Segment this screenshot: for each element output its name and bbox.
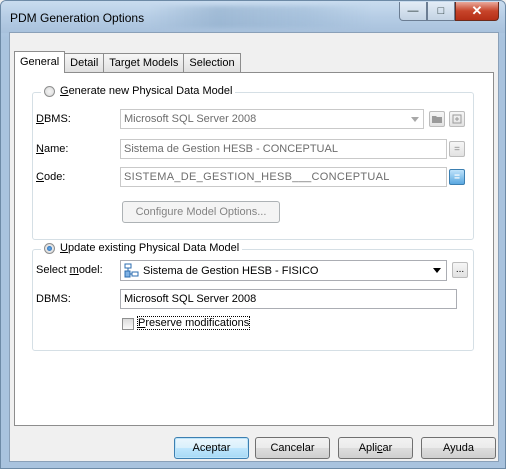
update-dbms-field: Microsoft SQL Server 2008 (120, 289, 457, 309)
name-label-key: N (36, 143, 44, 155)
select-model-value: Sistema de Gestion HESB - FISICO (143, 265, 319, 277)
generate-new-label-key: G (60, 85, 69, 97)
general-tab-panel: Generate new Physical Data Model DBMS: M… (14, 72, 494, 426)
apply-label-post: ar (382, 442, 393, 454)
preserve-modifications-label[interactable]: Preserve modifications (136, 316, 251, 330)
code-field[interactable]: SISTEMA_DE_GESTION_HESB___CONCEPTUAL (120, 167, 447, 187)
ellipsis-icon: ... (455, 264, 465, 275)
select-model-label: Select model: (36, 264, 103, 276)
tab-detail[interactable]: Detail (64, 53, 105, 72)
dbms-label: DBMS: (36, 113, 71, 125)
window-controls: — □ ✕ (399, 2, 499, 22)
generate-new-label-rest: enerate new Physical Data Model (68, 85, 233, 97)
tab-strip: General Detail Target Models Selection (14, 51, 241, 73)
radio-button[interactable] (44, 85, 55, 97)
window-title: PDM Generation Options (10, 11, 145, 25)
dbms-select[interactable]: Microsoft SQL Server 2008 (120, 109, 424, 129)
generate-new-label: Generate new Physical Data Model (60, 85, 232, 97)
properties-icon (452, 114, 462, 124)
tab-selection[interactable]: Selection (183, 53, 241, 72)
chevron-down-icon (411, 117, 419, 122)
close-icon: ✕ (471, 3, 483, 18)
maximize-icon: □ (437, 5, 445, 17)
equal-icon: = (454, 171, 460, 183)
maximize-button[interactable]: □ (427, 2, 455, 21)
title-bar[interactable]: PDM Generation Options — □ ✕ (1, 1, 505, 33)
preserve-label-rest: reserve modifications (145, 317, 250, 329)
code-label-key: C (36, 171, 44, 183)
minimize-button[interactable]: — (399, 2, 427, 21)
cancel-button[interactable]: Cancelar (255, 437, 330, 459)
code-sync-button[interactable]: = (449, 169, 465, 185)
apply-button[interactable]: Aplicar (338, 437, 413, 459)
physical-model-icon (124, 263, 139, 278)
update-existing-label-key: U (60, 242, 68, 254)
name-label: Name: (36, 143, 68, 155)
minimize-icon: — (407, 5, 419, 17)
chevron-down-icon (433, 268, 441, 273)
apply-label-pre: Apli (358, 442, 378, 454)
code-label: Code: (36, 171, 65, 183)
update-existing-radio[interactable]: Update existing Physical Data Model (41, 242, 243, 254)
radio-button[interactable] (44, 242, 55, 254)
close-button[interactable]: ✕ (455, 2, 499, 21)
select-model-label-post: odel: (78, 264, 103, 276)
properties-button[interactable] (449, 111, 465, 127)
dbms-select-value: Microsoft SQL Server 2008 (124, 113, 257, 125)
select-model-label-pre: Select (36, 264, 70, 276)
title-bar-blur (151, 6, 371, 28)
select-model-label-key: m (69, 264, 79, 276)
generate-new-radio[interactable]: Generate new Physical Data Model (41, 85, 236, 97)
name-sync-button[interactable]: = (449, 141, 465, 157)
browse-model-button[interactable]: ... (452, 262, 468, 278)
select-model-combo[interactable]: Sistema de Gestion HESB - FISICO (120, 260, 447, 281)
help-button[interactable]: Ayuda (421, 437, 496, 459)
name-label-rest: ame: (43, 143, 69, 155)
update-existing-label-rest: pdate existing Physical Data Model (67, 242, 240, 254)
configure-model-options-button[interactable]: Configure Model Options... (122, 201, 280, 223)
update-dbms-label: DBMS: (36, 293, 71, 305)
equal-icon: = (454, 143, 460, 155)
update-existing-label: Update existing Physical Data Model (60, 242, 239, 254)
code-label-rest: ode: (43, 171, 66, 183)
preserve-modifications-checkbox[interactable] (122, 318, 134, 330)
name-field[interactable]: Sistema de Gestion HESB - CONCEPTUAL (120, 139, 447, 159)
folder-icon (432, 116, 442, 123)
tab-target-models[interactable]: Target Models (103, 53, 185, 72)
tab-general[interactable]: General (14, 51, 66, 73)
ok-button[interactable]: Aceptar (174, 437, 249, 459)
dbms-label-rest: BMS: (43, 113, 71, 125)
folder-button[interactable] (429, 111, 445, 127)
dbms-label-key: D (36, 113, 44, 125)
